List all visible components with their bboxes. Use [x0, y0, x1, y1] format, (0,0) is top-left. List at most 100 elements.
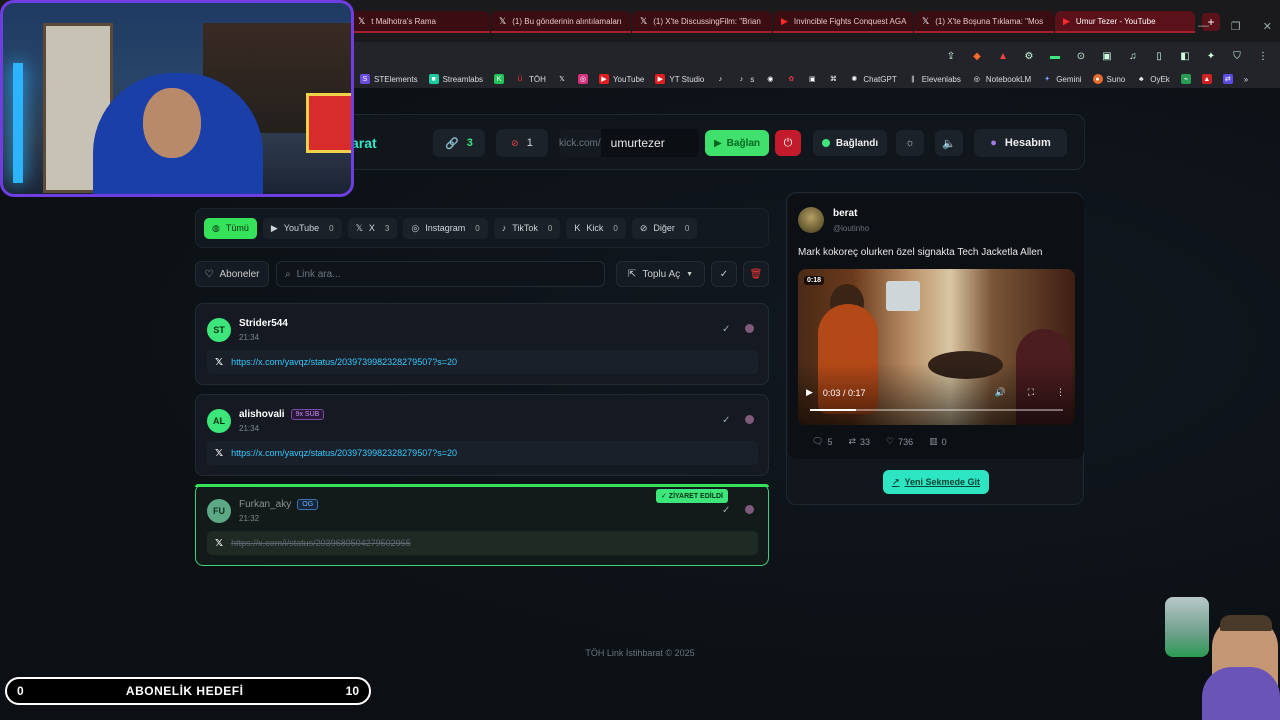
shield-icon[interactable]: ⛉	[1230, 49, 1244, 63]
bookmark-item[interactable]: ▶ YouTube	[598, 74, 644, 84]
link-url-row[interactable]: 𝕏 https://x.com/i/status/203968050427950…	[207, 531, 758, 555]
subscribers-filter-button[interactable]: ♡ Aboneler	[195, 261, 269, 287]
browser-tab[interactable]: ▶ Invincible Fights Conquest AGA	[773, 11, 913, 33]
bookmark-item[interactable]: ✺ ChatGPT	[849, 74, 896, 84]
minimize-icon[interactable]: —	[1198, 20, 1209, 33]
browser-tab[interactable]: 𝕏 (1) X'te Boşuna Tıklama: "Mos	[914, 11, 1054, 33]
menu-icon[interactable]: ⋮	[1256, 49, 1270, 63]
retweet-stat[interactable]: ⇄ 33	[848, 436, 870, 447]
bookmark-item[interactable]: ✦ Gemini	[1042, 74, 1081, 84]
remove-icon[interactable]	[745, 415, 754, 424]
shield-icon[interactable]: ◆	[970, 49, 984, 63]
bookmark-item[interactable]: ♪	[715, 74, 725, 84]
mark-visited-icon[interactable]: ✓	[722, 505, 730, 516]
goal-current: 0	[17, 684, 24, 698]
sidebar-icon[interactable]: ▯	[1152, 49, 1166, 63]
bookmark-item[interactable]: ♪ s	[736, 74, 755, 84]
sound-toggle-button[interactable]: 🔈	[935, 130, 963, 156]
bookmark-item[interactable]: ▣	[807, 74, 817, 84]
bookmark-item[interactable]: ◎ NotebookLM	[972, 74, 1031, 84]
kick-username-input[interactable]	[600, 129, 699, 157]
mark-visited-icon[interactable]: ✓	[722, 324, 730, 335]
connect-button[interactable]: ▶ Bağlan	[705, 130, 769, 156]
bookmark-item[interactable]: ◉	[765, 74, 775, 84]
maximize-icon[interactable]: ❐	[1231, 20, 1241, 33]
link-card[interactable]: AL alishovali 9x SUB 21:34 ✓ 𝕏 https://x.…	[195, 394, 769, 476]
bookmark-item[interactable]: S STElements	[360, 74, 418, 84]
mark-all-read-button[interactable]: ✓	[711, 261, 737, 287]
extension-icon[interactable]: ▬	[1048, 49, 1062, 63]
bookmark-item[interactable]: ♣ OyEk	[1136, 74, 1170, 84]
filter-other[interactable]: ⊘ Diğer 0	[631, 217, 698, 239]
link-url[interactable]: https://x.com/yavqz/status/2039739982328…	[231, 448, 457, 458]
bookmark-item[interactable]: ◎	[577, 74, 588, 84]
clear-all-button[interactable]: 🗑	[743, 261, 769, 287]
more-icon[interactable]: ⋮	[1056, 387, 1065, 398]
disconnect-button[interactable]: ⏻	[775, 130, 801, 156]
share-icon[interactable]: ⇪	[944, 49, 958, 63]
video-progress-fill	[810, 409, 856, 411]
streamlabs-icon: ■	[428, 74, 439, 84]
bookmark-item[interactable]: ▲	[1201, 74, 1212, 84]
link-card-visited[interactable]: ✓ ZİYARET EDİLDİ FU Furkan_aky OG 21:32 ✓…	[195, 484, 769, 566]
link-url[interactable]: https://x.com/yavqz/status/2039739982328…	[231, 357, 457, 367]
account-button[interactable]: ● Hesabım	[974, 129, 1067, 157]
bulk-open-button[interactable]: ⇱ Toplu Aç ▼	[616, 261, 705, 287]
rewards-icon[interactable]: ▲	[996, 49, 1010, 63]
tiktok-icon: ♪	[739, 75, 744, 83]
browser-tab[interactable]: 𝕏 (1) X'te DiscussingFilm: "Brian	[632, 11, 772, 33]
bookmark-item[interactable]: ⌘	[828, 74, 838, 84]
filter-kick[interactable]: K Kick 0	[566, 217, 626, 239]
play-icon[interactable]: ▶	[806, 387, 813, 398]
wallet-icon[interactable]: ◧	[1178, 49, 1192, 63]
extension-icon[interactable]: ⚙	[1022, 49, 1036, 63]
extension-icon[interactable]: ⊙	[1074, 49, 1088, 63]
bookmark-item[interactable]: 𝕏	[557, 74, 567, 84]
views-stat[interactable]: ▥ 0	[929, 436, 947, 447]
vpn-icon[interactable]: ✦	[1204, 49, 1218, 63]
bookmark-item[interactable]: ⌁	[1180, 74, 1191, 84]
browser-tab[interactable]: 𝕏t Malhotra's Rama	[350, 11, 490, 33]
extension-icon[interactable]: ▣	[1100, 49, 1114, 63]
filter-instagram[interactable]: ◎ Instagram 0	[403, 217, 488, 239]
browser-tab-active[interactable]: ▶ Umur Tezer - YouTube	[1055, 11, 1195, 33]
fullscreen-icon[interactable]: ⛶	[1028, 387, 1034, 398]
filter-x[interactable]: 𝕏X3	[347, 217, 398, 239]
remove-icon[interactable]	[745, 505, 754, 514]
bookmarks-overflow[interactable]: »	[1244, 75, 1248, 84]
remove-icon[interactable]	[745, 324, 754, 333]
browser-tab[interactable]: 𝕏 (1) Bu gönderinin alıntılamaları	[491, 11, 631, 33]
bookmark-item[interactable]: ✿	[786, 74, 796, 84]
filter-tiktok[interactable]: ♪ TikTok 0	[493, 217, 561, 239]
bookmark-item[interactable]: ● Suno	[1092, 74, 1125, 84]
filter-all[interactable]: ◍ Tümü	[204, 217, 257, 239]
tweet-video[interactable]: 0:18 ▶ 0:03 / 0:17 🔊 ⛶ ⋮	[798, 269, 1075, 425]
reply-stat[interactable]: 🗨 5	[812, 436, 832, 447]
like-stat[interactable]: ♡ 736	[886, 436, 913, 447]
bookmark-item[interactable]: ■ Streamlabs	[428, 74, 483, 84]
link-card[interactable]: ST Strider544 21:34 ✓ 𝕏 https://x.com/ya…	[195, 303, 769, 385]
bookmark-item[interactable]: ∥ Elevenlabs	[908, 74, 961, 84]
username: alishovali 9x SUB	[239, 409, 325, 420]
theme-toggle-button[interactable]: ☼	[896, 130, 924, 156]
link-search-input[interactable]	[296, 268, 587, 280]
live-count-pill[interactable]: ⊘ 1	[496, 129, 548, 157]
bookmark-item[interactable]: ⇄	[1222, 74, 1233, 84]
link-url-row[interactable]: 𝕏 https://x.com/yavqz/status/20397399823…	[207, 441, 758, 465]
close-icon[interactable]: ✕	[1263, 20, 1272, 33]
links-count-pill[interactable]: 🔗 3	[433, 129, 485, 157]
mark-visited-icon[interactable]: ✓	[722, 415, 730, 426]
link-url[interactable]: https://x.com/i/status/20396805042795029…	[231, 538, 411, 548]
bookmark-item[interactable]: ▶ YT Studio	[655, 74, 704, 84]
extension-icon: ⌁	[1180, 74, 1191, 84]
bookmark-item[interactable]: Ü TÖH	[515, 74, 546, 84]
mascot-overlay	[1162, 597, 1280, 720]
video-progress-bar[interactable]	[810, 409, 1063, 411]
music-icon[interactable]: ♫	[1126, 49, 1140, 63]
filter-youtube[interactable]: ▶ YouTube 0	[262, 217, 342, 239]
bookmark-item[interactable]: K	[494, 74, 505, 84]
link-url-row[interactable]: 𝕏 https://x.com/yavqz/status/20397399823…	[207, 350, 758, 374]
open-in-new-tab-button[interactable]: ↗ Yeni Sekmede Git	[883, 470, 989, 494]
stop-icon: ⊘	[511, 137, 519, 148]
volume-icon[interactable]: 🔊	[994, 387, 1005, 398]
